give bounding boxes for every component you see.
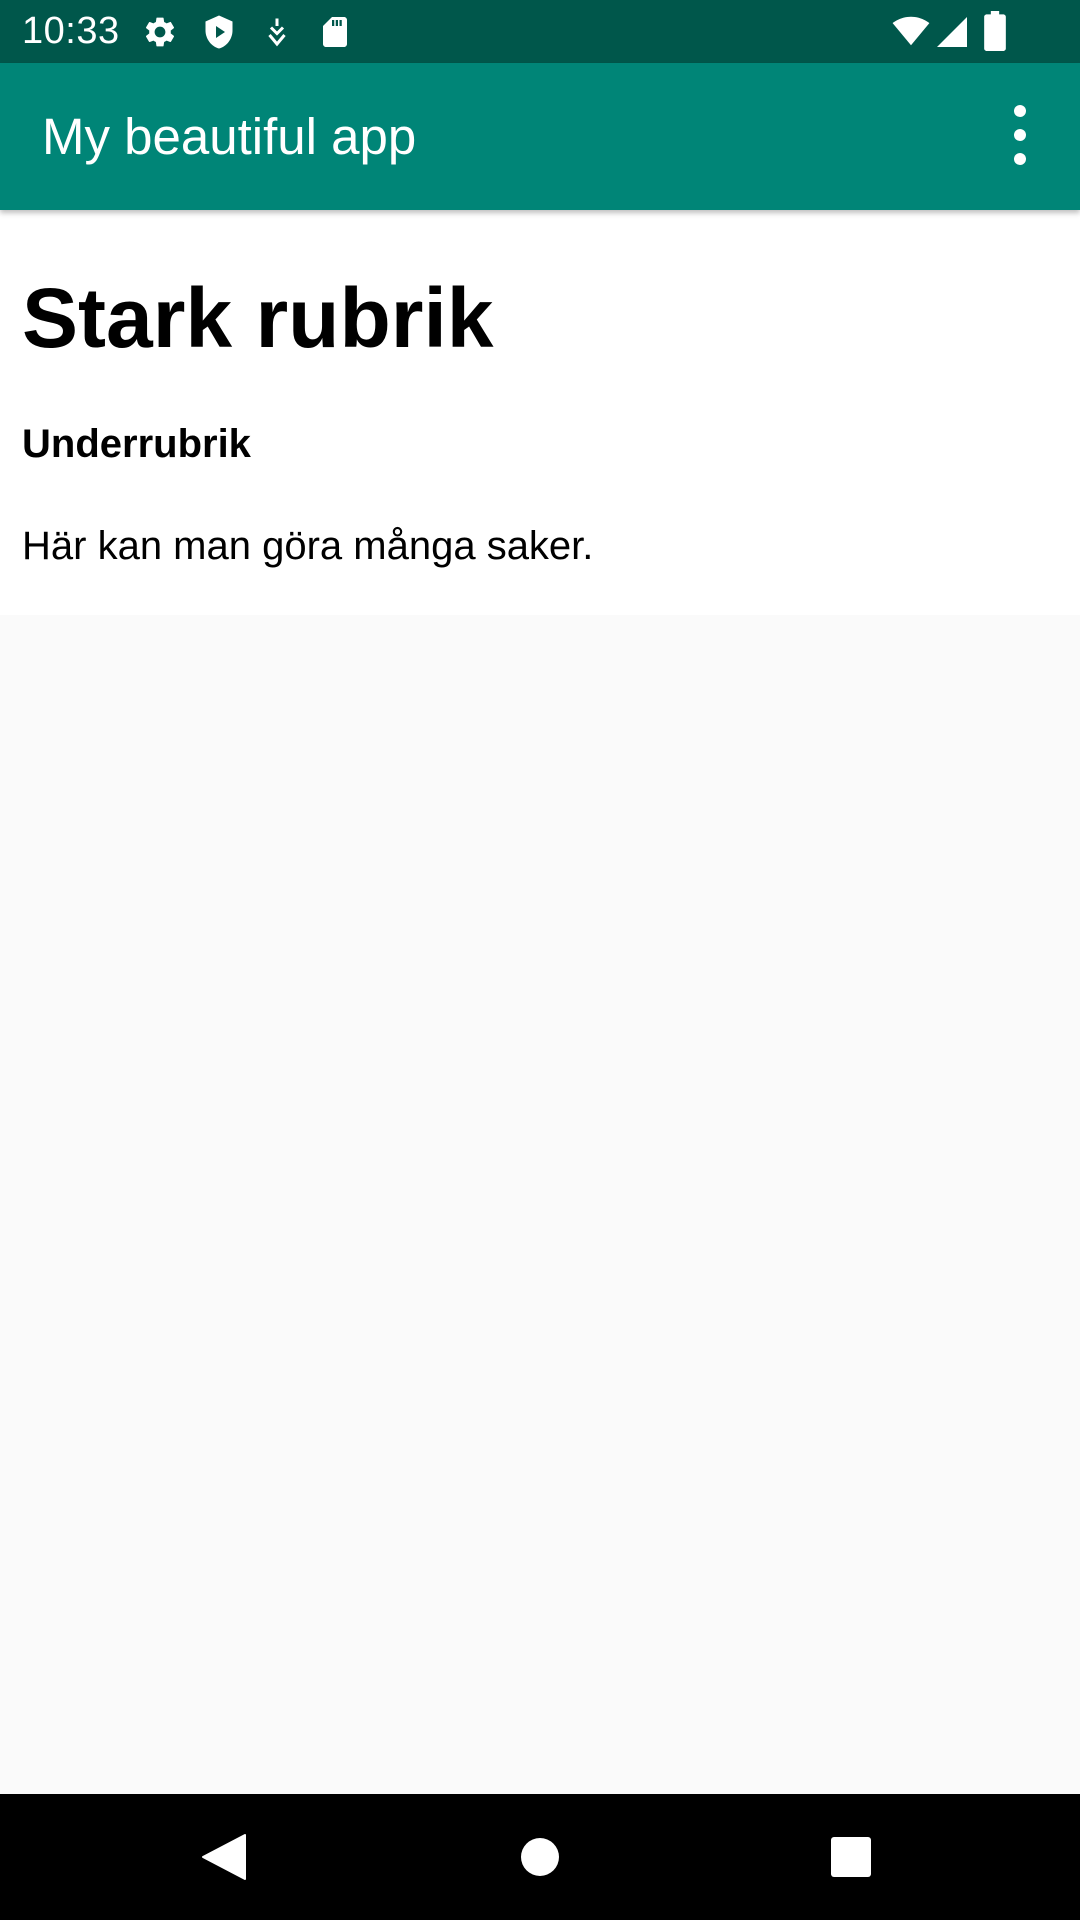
status-bar: 10:33: [0, 0, 1080, 63]
body-text: Här kan man göra många saker.: [22, 524, 594, 568]
back-icon[interactable]: [189, 1821, 261, 1893]
more-vert-icon[interactable]: [972, 87, 1068, 183]
home-icon[interactable]: [504, 1821, 576, 1893]
content-card: Stark rubrik Underrubrik Här kan man gör…: [0, 210, 1080, 615]
app-title: My beautiful app: [42, 108, 417, 165]
wifi-icon: [890, 12, 932, 50]
page-heading: Stark rubrik: [22, 271, 494, 365]
usb-debug-icon: [259, 14, 295, 50]
settings-icon: [142, 14, 178, 50]
cell-signal-icon: [934, 14, 970, 50]
status-time: 10:33: [22, 10, 120, 52]
page-subheading: Underrubrik: [22, 422, 251, 466]
navigation-bar: [0, 1794, 1080, 1920]
app-bar: My beautiful app: [0, 63, 1080, 210]
battery-icon: [980, 11, 1010, 51]
recents-icon[interactable]: [815, 1821, 887, 1893]
sd-card-icon: [317, 14, 353, 50]
shield-play-icon: [201, 14, 237, 50]
